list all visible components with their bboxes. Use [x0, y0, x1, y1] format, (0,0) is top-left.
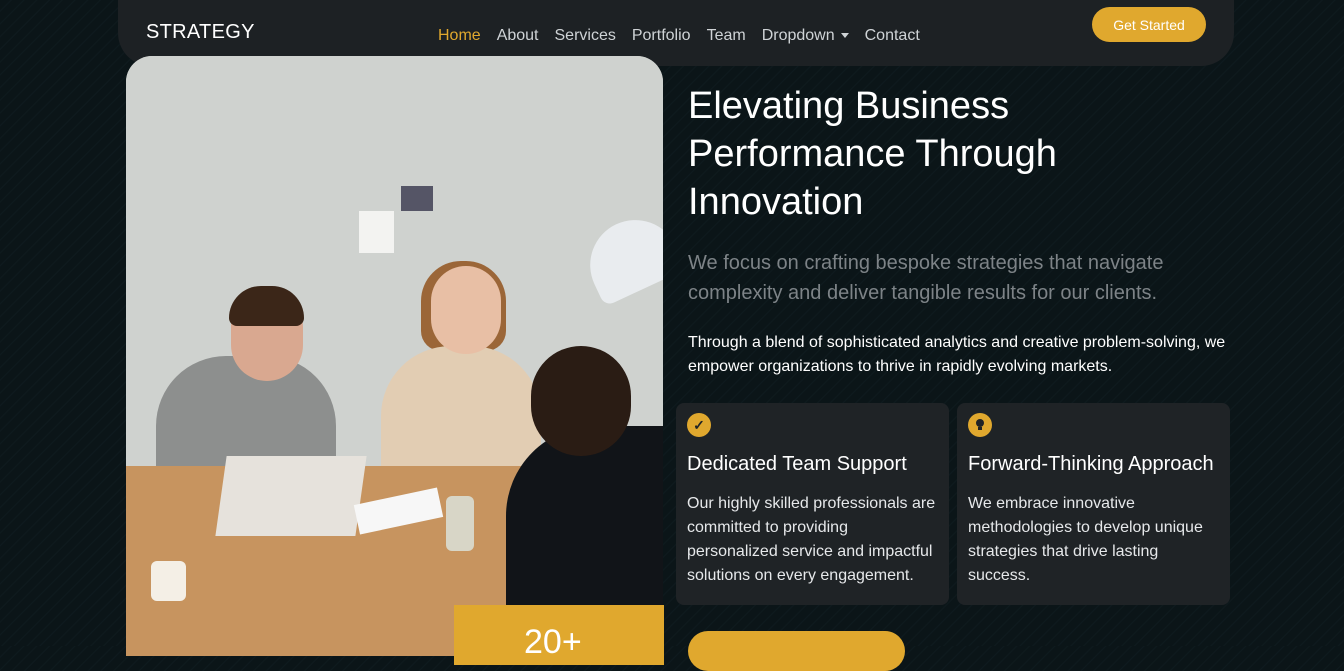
- nav-services[interactable]: Services: [555, 27, 616, 45]
- photo-person: [381, 346, 541, 486]
- nav-home[interactable]: Home: [438, 27, 481, 45]
- secondary-button[interactable]: [688, 631, 905, 671]
- photo-head: [431, 266, 501, 354]
- photo-pinned-picture: [401, 186, 433, 211]
- photo-vase: [446, 496, 474, 551]
- nav-portfolio[interactable]: Portfolio: [632, 27, 691, 45]
- feature-text: Our highly skilled professionals are com…: [687, 495, 936, 584]
- main-nav: Home About Services Portfolio Team Dropd…: [438, 27, 920, 45]
- hero-body: Through a blend of sophisticated analyti…: [688, 334, 1226, 375]
- stat-badge: 20+: [454, 605, 664, 665]
- lightbulb-icon: [968, 413, 992, 437]
- photo-candle: [151, 561, 186, 601]
- chevron-down-icon: [840, 33, 849, 39]
- feature-card: ✓ Dedicated Team Support Our highly skil…: [676, 403, 949, 605]
- stat-number: 20+: [524, 623, 582, 661]
- brand-logo[interactable]: STRATEGY: [146, 21, 255, 44]
- nav-contact[interactable]: Contact: [865, 27, 920, 45]
- feature-card: Forward-Thinking Approach We embrace inn…: [957, 403, 1230, 605]
- feature-title: Forward-Thinking Approach: [968, 453, 1214, 475]
- photo-laptop: [215, 456, 367, 536]
- nav-about[interactable]: About: [497, 27, 539, 45]
- photo-note: [359, 211, 394, 253]
- nav-dropdown-label: Dropdown: [761, 27, 835, 44]
- feature-text: We embrace innovative methodologies to d…: [968, 495, 1203, 584]
- get-started-button[interactable]: Get Started: [1092, 7, 1206, 42]
- nav-dropdown[interactable]: Dropdown: [762, 27, 849, 45]
- photo-head: [531, 346, 631, 456]
- nav-team[interactable]: Team: [707, 27, 746, 45]
- hero-title: Elevating Business Performance Through I…: [688, 85, 1057, 223]
- hero-lead: We focus on crafting bespoke strategies …: [688, 252, 1164, 304]
- hero-team-photo: [126, 56, 663, 656]
- check-circle-icon: ✓: [687, 413, 711, 437]
- feature-title: Dedicated Team Support: [687, 453, 907, 475]
